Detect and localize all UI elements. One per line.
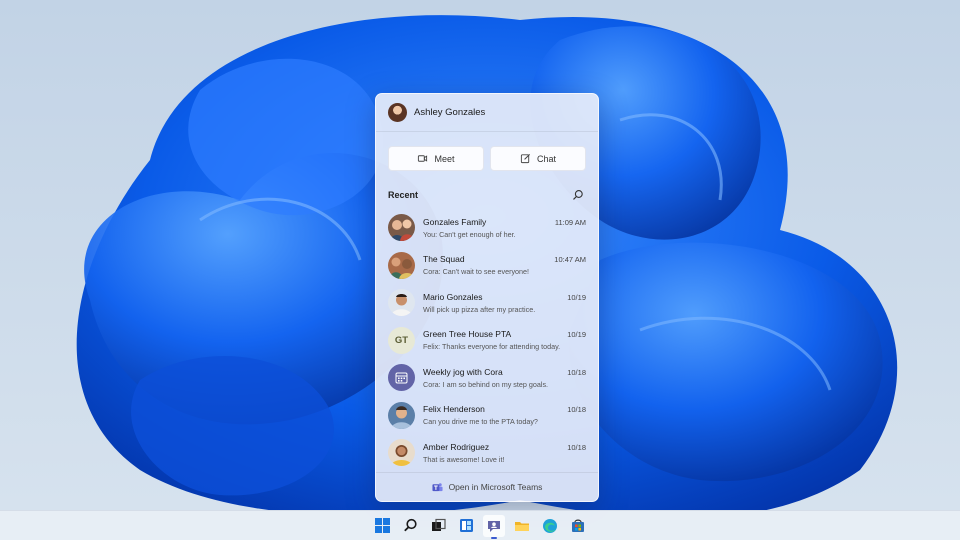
conversation-time: 10/19 <box>567 292 586 302</box>
edge-button[interactable] <box>539 515 561 537</box>
list-item[interactable]: Weekly jog with Cora 10/18 Cora: I am so… <box>376 359 598 397</box>
conversation-preview: You: Can't get enough of her. <box>423 229 516 239</box>
chat-icon <box>488 520 500 532</box>
teams-icon <box>432 482 443 491</box>
conversation-preview: Cora: I am so behind on my step goals. <box>423 379 549 389</box>
list-item[interactable]: Mario Gonzales 10/19 Will pick up pizza … <box>376 284 598 322</box>
list-item[interactable]: GT Green Tree House PTA 10/19 Felix: Tha… <box>376 322 598 360</box>
action-buttons: Meet Chat <box>376 132 598 171</box>
avatar[interactable] <box>388 103 407 122</box>
chat-flyout: Ashley Gonzales Meet Chat Recent Gonzale… <box>375 93 599 502</box>
chat-taskbar-button[interactable] <box>483 514 505 539</box>
video-camera-icon <box>418 155 428 162</box>
edge-icon <box>543 518 557 533</box>
meet-label: Meet <box>434 153 455 164</box>
conversation-body: Weekly jog with Cora 10/18 Cora: I am so… <box>423 367 586 389</box>
person-avatar-icon <box>388 439 415 467</box>
meet-button[interactable]: Meet <box>388 146 484 171</box>
taskbar <box>0 510 960 540</box>
conversation-preview: Can you drive me to the PTA today? <box>423 417 538 427</box>
conversation-time: 10/18 <box>567 442 586 452</box>
conversation-name: Amber Rodriguez <box>423 441 490 452</box>
conversation-body: The Squad 10:47 AM Cora: Can't wait to s… <box>423 254 586 276</box>
avatar-initials: GT <box>394 334 409 346</box>
list-item[interactable]: Amber Rodriguez 10/18 That is awesome! L… <box>376 434 598 472</box>
conversation-preview: Felix: Thanks everyone for attending tod… <box>423 342 561 352</box>
conversation-body: Mario Gonzales 10/19 Will pick up pizza … <box>423 292 586 314</box>
conversation-body: Green Tree House PTA 10/19 Felix: Thanks… <box>423 329 586 351</box>
file-explorer-icon <box>515 521 529 531</box>
conversation-body: Amber Rodriguez 10/18 That is awesome! L… <box>423 442 586 464</box>
search-icon <box>403 518 417 532</box>
conversation-name: Weekly jog with Cora <box>423 366 503 377</box>
chat-button[interactable]: Chat <box>490 146 586 171</box>
avatar <box>388 251 415 279</box>
file-explorer-button[interactable] <box>511 515 533 537</box>
conversation-name: Gonzales Family <box>423 216 487 227</box>
task-view-icon <box>431 518 446 531</box>
search-icon[interactable] <box>572 189 584 201</box>
conversation-name: Green Tree House PTA <box>423 329 512 340</box>
conversation-time: 11:09 AM <box>554 217 586 227</box>
flyout-header: Ashley Gonzales <box>376 94 598 132</box>
group-avatar-icon <box>388 214 415 242</box>
recent-header: Recent <box>376 188 598 202</box>
compose-icon <box>520 154 530 164</box>
recent-title: Recent <box>388 190 419 200</box>
calendar-icon <box>395 372 408 384</box>
conversation-body: Felix Henderson 10/18 Can you drive me t… <box>423 404 586 426</box>
windows-start-icon <box>374 518 390 533</box>
widgets-button[interactable] <box>455 515 477 537</box>
avatar: GT <box>388 326 415 354</box>
conversation-name: Felix Henderson <box>423 404 485 415</box>
avatar <box>388 439 415 467</box>
person-avatar-icon <box>388 401 415 429</box>
conversation-time: 10/18 <box>567 367 586 377</box>
footer-label: Open in Microsoft Teams <box>448 482 543 492</box>
chat-label: Chat <box>536 153 556 164</box>
conversation-preview: Will pick up pizza after my practice. <box>423 304 536 314</box>
task-view-button[interactable] <box>427 515 449 537</box>
avatar <box>388 401 415 429</box>
conversation-time: 10/19 <box>567 330 586 340</box>
search-button[interactable] <box>399 515 421 537</box>
start-button[interactable] <box>371 515 393 537</box>
store-button[interactable] <box>567 515 589 537</box>
conversation-preview: That is awesome! Love it! <box>423 454 505 464</box>
person-avatar-icon <box>388 289 415 317</box>
store-icon <box>572 519 584 532</box>
conversation-name: Mario Gonzales <box>423 291 483 302</box>
list-item[interactable]: Gonzales Family 11:09 AM You: Can't get … <box>376 209 598 247</box>
conversation-name: The Squad <box>423 254 465 265</box>
avatar <box>388 364 415 392</box>
user-name: Ashley Gonzales <box>414 107 486 118</box>
conversation-body: Gonzales Family 11:09 AM You: Can't get … <box>423 217 586 239</box>
avatar <box>388 214 415 242</box>
conversation-list: Gonzales Family 11:09 AM You: Can't get … <box>376 209 598 472</box>
list-item[interactable]: The Squad 10:47 AM Cora: Can't wait to s… <box>376 247 598 285</box>
widgets-icon <box>459 519 473 532</box>
conversation-time: 10:47 AM <box>554 255 586 265</box>
conversation-preview: Cora: Can't wait to see everyone! <box>423 267 530 277</box>
list-item[interactable]: Felix Henderson 10/18 Can you drive me t… <box>376 397 598 435</box>
open-in-teams-link[interactable]: Open in Microsoft Teams <box>376 472 598 501</box>
group-avatar-icon <box>388 251 415 279</box>
conversation-time: 10/18 <box>567 405 586 415</box>
avatar <box>388 289 415 317</box>
